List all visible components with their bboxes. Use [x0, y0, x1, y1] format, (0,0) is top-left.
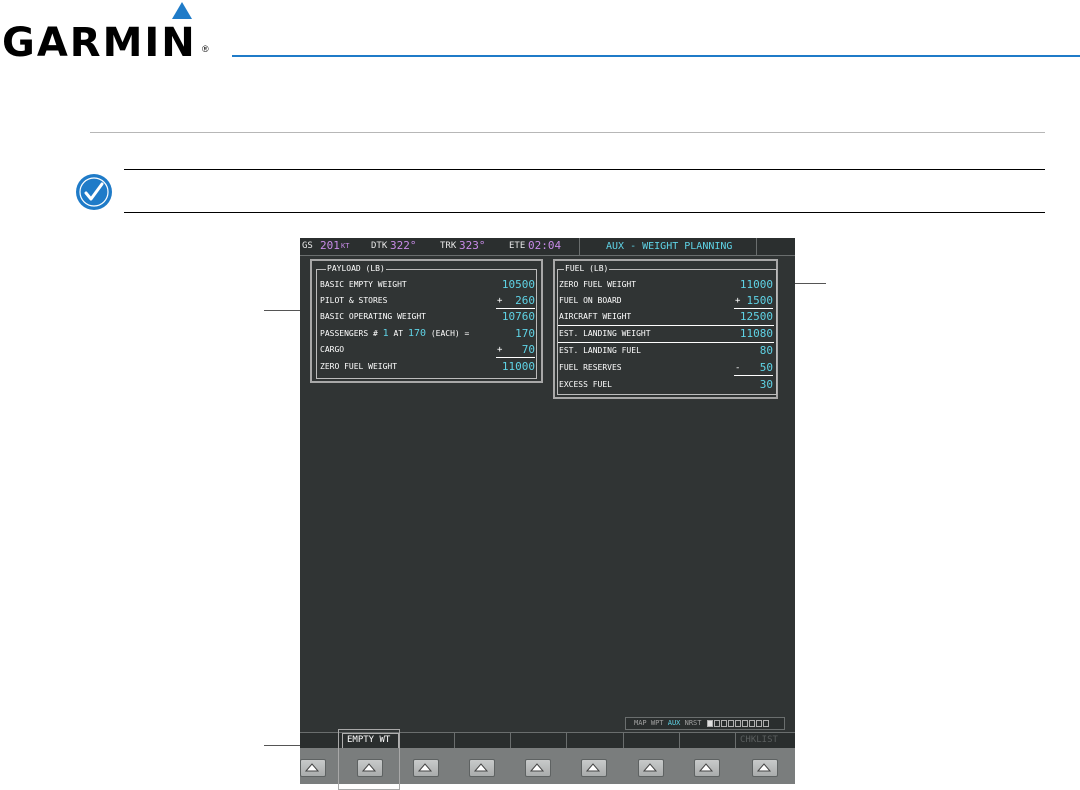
- checklist-softkey-label: CHKLIST: [740, 735, 778, 745]
- page-group-aux: AUX: [667, 719, 681, 727]
- fuel-row-label: FUEL ON BOARD: [559, 296, 622, 305]
- payload-title: PAYLOAD (LB): [326, 264, 386, 273]
- fuel-title: FUEL (LB): [564, 264, 610, 273]
- sum-underline: [734, 375, 773, 376]
- navigation-status-bar: GS 201 KT DTK 322° TRK 323° ETE 02:04 AU…: [300, 238, 795, 256]
- triangle-up-icon: [756, 763, 772, 772]
- excess-fuel-value: 30: [759, 378, 773, 391]
- softkey-5[interactable]: [525, 759, 551, 777]
- passengers-label: PASSENGERS #: [320, 329, 378, 338]
- softkey-3[interactable]: [413, 759, 439, 777]
- softkey-divider: [454, 733, 455, 749]
- fuel-divider-line: [558, 342, 774, 343]
- at-label: AT: [393, 329, 404, 338]
- page-indicator: [713, 719, 720, 727]
- fuel-row-label: EST. LANDING WEIGHT: [559, 329, 651, 338]
- page-indicator: [741, 719, 748, 727]
- softkey-divider: [510, 733, 511, 749]
- fuel-row-label: FUEL RESERVES: [559, 363, 622, 372]
- fuel-zero-fuel-weight-value: 11000: [739, 278, 773, 291]
- passenger-count-value[interactable]: 1: [383, 328, 389, 339]
- page-group-status: MAP WPT AUX NRST: [634, 719, 769, 727]
- payload-row-label: PILOT & STORES: [320, 296, 388, 305]
- softkey-divider: [623, 733, 624, 749]
- ete-label: ETE: [509, 241, 526, 251]
- passenger-weight-value[interactable]: 170: [408, 328, 426, 339]
- gs-unit: KT: [341, 242, 350, 250]
- cargo-value[interactable]: 70: [480, 344, 535, 356]
- payload-row-label: BASIC OPERATING WEIGHT: [320, 312, 426, 321]
- dtk-value: 322°: [390, 239, 417, 252]
- triangle-up-icon: [304, 763, 320, 772]
- softkey-6[interactable]: [581, 759, 607, 777]
- est-landing-weight-value: 11080: [739, 327, 773, 340]
- basic-empty-weight-value[interactable]: 10500: [480, 279, 535, 291]
- each-label: (EACH) =: [430, 329, 470, 338]
- softkey-divider: [735, 733, 736, 749]
- zero-fuel-weight-value: 11000: [501, 360, 535, 373]
- triangle-up-icon: [473, 763, 489, 772]
- sum-underline: [734, 308, 773, 309]
- page-indicator: [755, 719, 762, 727]
- note-top-rule: [124, 169, 1045, 170]
- fuel-reserves-value[interactable]: 50: [718, 362, 773, 374]
- gs-label: GS: [302, 241, 313, 251]
- aircraft-weight-value: 12500: [739, 310, 773, 323]
- payload-row-label: PASSENGERS # 1 AT 170 (EACH) =: [320, 328, 469, 340]
- triangle-up-icon: [417, 763, 433, 772]
- triangle-up-icon: [698, 763, 714, 772]
- dtk-label: DTK: [371, 241, 388, 251]
- page-indicator: [720, 719, 727, 727]
- pilot-stores-value[interactable]: 260: [480, 295, 535, 307]
- page-indicator: [748, 719, 755, 727]
- ete-value: 02:04: [528, 239, 562, 252]
- header-rule: [232, 55, 1080, 57]
- payload-row-label: BASIC EMPTY WEIGHT: [320, 280, 407, 289]
- page-indicator: [734, 719, 741, 727]
- garmin-logo: GARMIN: [2, 20, 197, 66]
- section-rule: [90, 132, 1045, 133]
- triangle-up-icon: [585, 763, 601, 772]
- page-group-nrst: NRST: [684, 719, 702, 727]
- triangle-up-icon: [529, 763, 545, 772]
- payload-row-label: CARGO: [320, 345, 345, 354]
- sum-underline: [496, 308, 535, 309]
- note-bottom-rule: [124, 212, 1045, 213]
- payload-row-label: ZERO FUEL WEIGHT: [320, 362, 398, 371]
- passengers-total-value: 170: [515, 327, 535, 340]
- fuel-row-label: ZERO FUEL WEIGHT: [559, 280, 637, 289]
- fuel-divider-line: [558, 325, 774, 326]
- basic-operating-weight-value: 10760: [501, 310, 535, 323]
- page-group-map: MAP: [634, 719, 647, 727]
- softkey-4[interactable]: [469, 759, 495, 777]
- softkey-7[interactable]: [638, 759, 664, 777]
- topbar-divider: [756, 238, 757, 255]
- page-title: AUX - WEIGHT PLANNING: [606, 241, 733, 252]
- softkey-8[interactable]: [694, 759, 720, 777]
- page-indicator: [762, 719, 769, 727]
- fuel-on-board-value[interactable]: 1500: [718, 295, 774, 307]
- pencil-note-icon: [76, 174, 112, 210]
- trk-label: TRK: [440, 241, 457, 251]
- page-indicator: [727, 719, 734, 727]
- gs-value: 201: [320, 239, 340, 252]
- est-landing-fuel-value: 80: [759, 344, 773, 357]
- fuel-row-label: AIRCRAFT WEIGHT: [559, 312, 632, 321]
- triangle-up-icon: [642, 763, 658, 772]
- softkey-divider: [679, 733, 680, 749]
- page-group-wpt: WPT: [650, 719, 664, 727]
- empty-wt-callout-box: [338, 729, 400, 790]
- page-indicator-active: [706, 719, 713, 727]
- fuel-row-label: EXCESS FUEL: [559, 380, 612, 389]
- topbar-divider: [579, 238, 580, 255]
- softkey-1[interactable]: [300, 759, 326, 777]
- trk-value: 323°: [459, 239, 486, 252]
- softkey-divider: [566, 733, 567, 749]
- sum-underline: [496, 357, 535, 358]
- mfd-screen: GS 201 KT DTK 322° TRK 323° ETE 02:04 AU…: [300, 238, 795, 784]
- fuel-row-label: EST. LANDING FUEL: [559, 346, 641, 355]
- registered-mark: ®: [202, 44, 209, 54]
- garmin-logo-triangle-icon: [172, 2, 192, 19]
- softkey-checklist[interactable]: [752, 759, 778, 777]
